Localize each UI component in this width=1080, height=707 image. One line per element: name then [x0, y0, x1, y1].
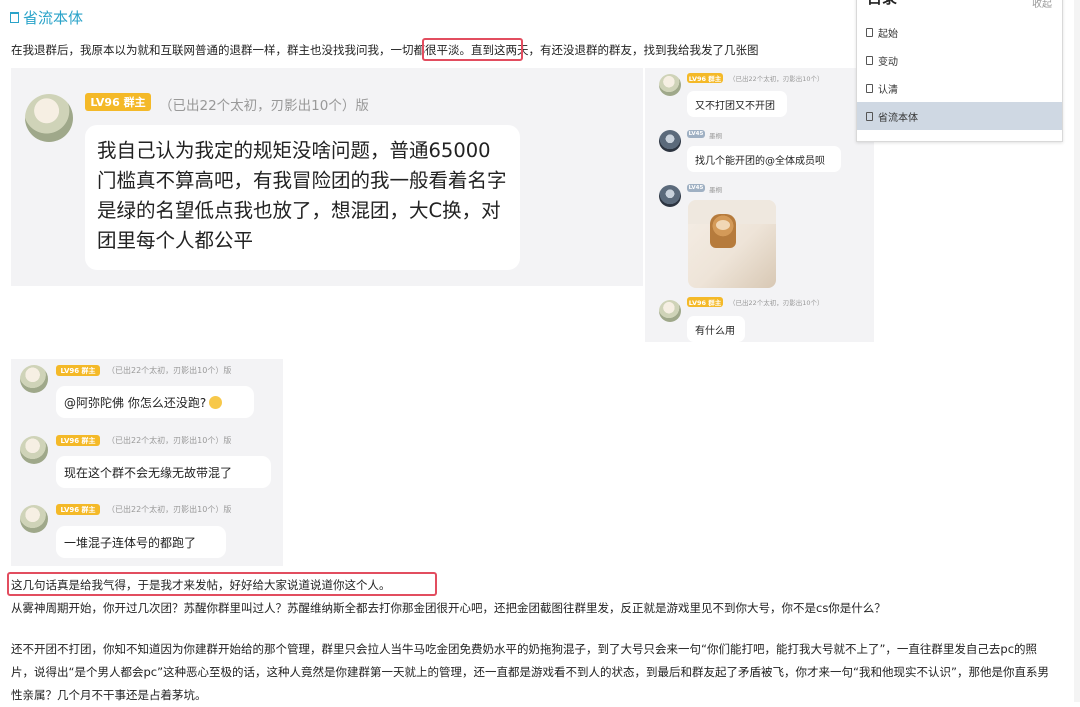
- level-badge: LV45: [687, 184, 705, 192]
- sender-meta: （已出22个太初，刃影出10个）: [729, 299, 824, 307]
- sender-meta: （已出22个太初，刃影出10个）: [729, 75, 824, 83]
- sender-meta: 墨桐: [709, 186, 722, 194]
- scrollbar[interactable]: [1074, 0, 1080, 702]
- smile-emoji-icon: [209, 395, 223, 409]
- toc-collapse-button[interactable]: 收起: [1032, 0, 1052, 10]
- chat-screenshot-side: LV96 群主 （已出22个太初，刃影出10个） 又不打团又不开团 LV45 墨…: [645, 68, 874, 342]
- avatar: [659, 130, 681, 152]
- table-of-contents: 目录 收起 起始 变动 认清 省流本体: [856, 0, 1063, 142]
- body-paragraph: 从雾神周期开始，你开过几次团？苏醒你群里叫过人？苏醒维纳斯全都去打你那金团很开心…: [11, 601, 886, 615]
- bookmark-icon: [9, 12, 19, 23]
- chat-bubble: 我自己认为我定的规矩没啥问题，普通65000门槛真不算高吧，有我冒险团的我一般看…: [85, 125, 520, 270]
- level-badge: LV45: [687, 130, 705, 138]
- intro-paragraph: 在我退群后，我原本以为就和互联网普通的退群一样，群主也没找我问我，一切都很平淡。…: [11, 43, 759, 57]
- toc-item-summary[interactable]: 省流本体: [857, 102, 1062, 130]
- toc-title: 目录: [867, 0, 897, 8]
- avatar: [20, 505, 48, 533]
- avatar: [25, 94, 73, 142]
- level-badge: LV96 群主: [56, 435, 100, 446]
- avatar: [659, 74, 681, 96]
- chat-bubble: 找几个能开团的@全体成员呗: [687, 146, 841, 172]
- sender-meta: （已出22个太初，刃影出10个）版: [107, 436, 232, 445]
- highlight-box: [7, 572, 437, 596]
- sender-meta: （已出22个太初，刃影出10个）版: [159, 98, 369, 114]
- toc-item-change[interactable]: 变动: [857, 46, 1062, 74]
- level-badge: LV96 群主: [687, 297, 723, 307]
- chat-bubble: @阿弥陀佛 你怎么还没跑?: [56, 386, 254, 418]
- section-heading: 省流本体: [9, 7, 84, 28]
- chat-screenshot-second: LV96 群主 （已出22个太初，刃影出10个）版 @阿弥陀佛 你怎么还没跑? …: [11, 359, 283, 566]
- shared-image: [688, 200, 776, 288]
- chat-bubble: 一堆混子连体号的都跑了: [56, 526, 226, 558]
- highlight-box: [422, 38, 523, 61]
- avatar: [659, 185, 681, 207]
- toc-item-realize[interactable]: 认清: [857, 74, 1062, 102]
- body-paragraph: 还不开团不打团，你知不知道因为你建群开始给的那个管理，群里只会拉人当牛马吃金团免…: [11, 642, 1049, 702]
- level-badge: LV96 群主: [85, 93, 151, 111]
- chat-bubble: 又不打团又不开团: [687, 91, 787, 117]
- chat-screenshot-main: LV96 群主 （已出22个太初，刃影出10个）版 我自己认为我定的规矩没啥问题…: [11, 68, 643, 286]
- bookmark-icon: [866, 27, 873, 37]
- bookmark-icon: [866, 55, 873, 65]
- level-badge: LV96 群主: [56, 504, 100, 515]
- bookmark-icon: [866, 111, 873, 121]
- avatar: [20, 436, 48, 464]
- avatar: [659, 300, 681, 322]
- level-badge: LV96 群主: [687, 73, 723, 83]
- bookmark-icon: [866, 83, 873, 93]
- section-title: 省流本体: [23, 9, 84, 27]
- toc-item-start[interactable]: 起始: [857, 18, 1062, 46]
- avatar: [20, 365, 48, 393]
- sender-meta: 墨桐: [709, 132, 722, 140]
- level-badge: LV96 群主: [56, 365, 100, 376]
- dog-image: [710, 214, 736, 248]
- sender-meta: （已出22个太初，刃影出10个）版: [107, 366, 232, 375]
- chat-bubble: 有什么用: [687, 316, 745, 342]
- chat-bubble: 现在这个群不会无缘无故带混了: [56, 456, 271, 488]
- sender-meta: （已出22个太初，刃影出10个）版: [107, 505, 232, 514]
